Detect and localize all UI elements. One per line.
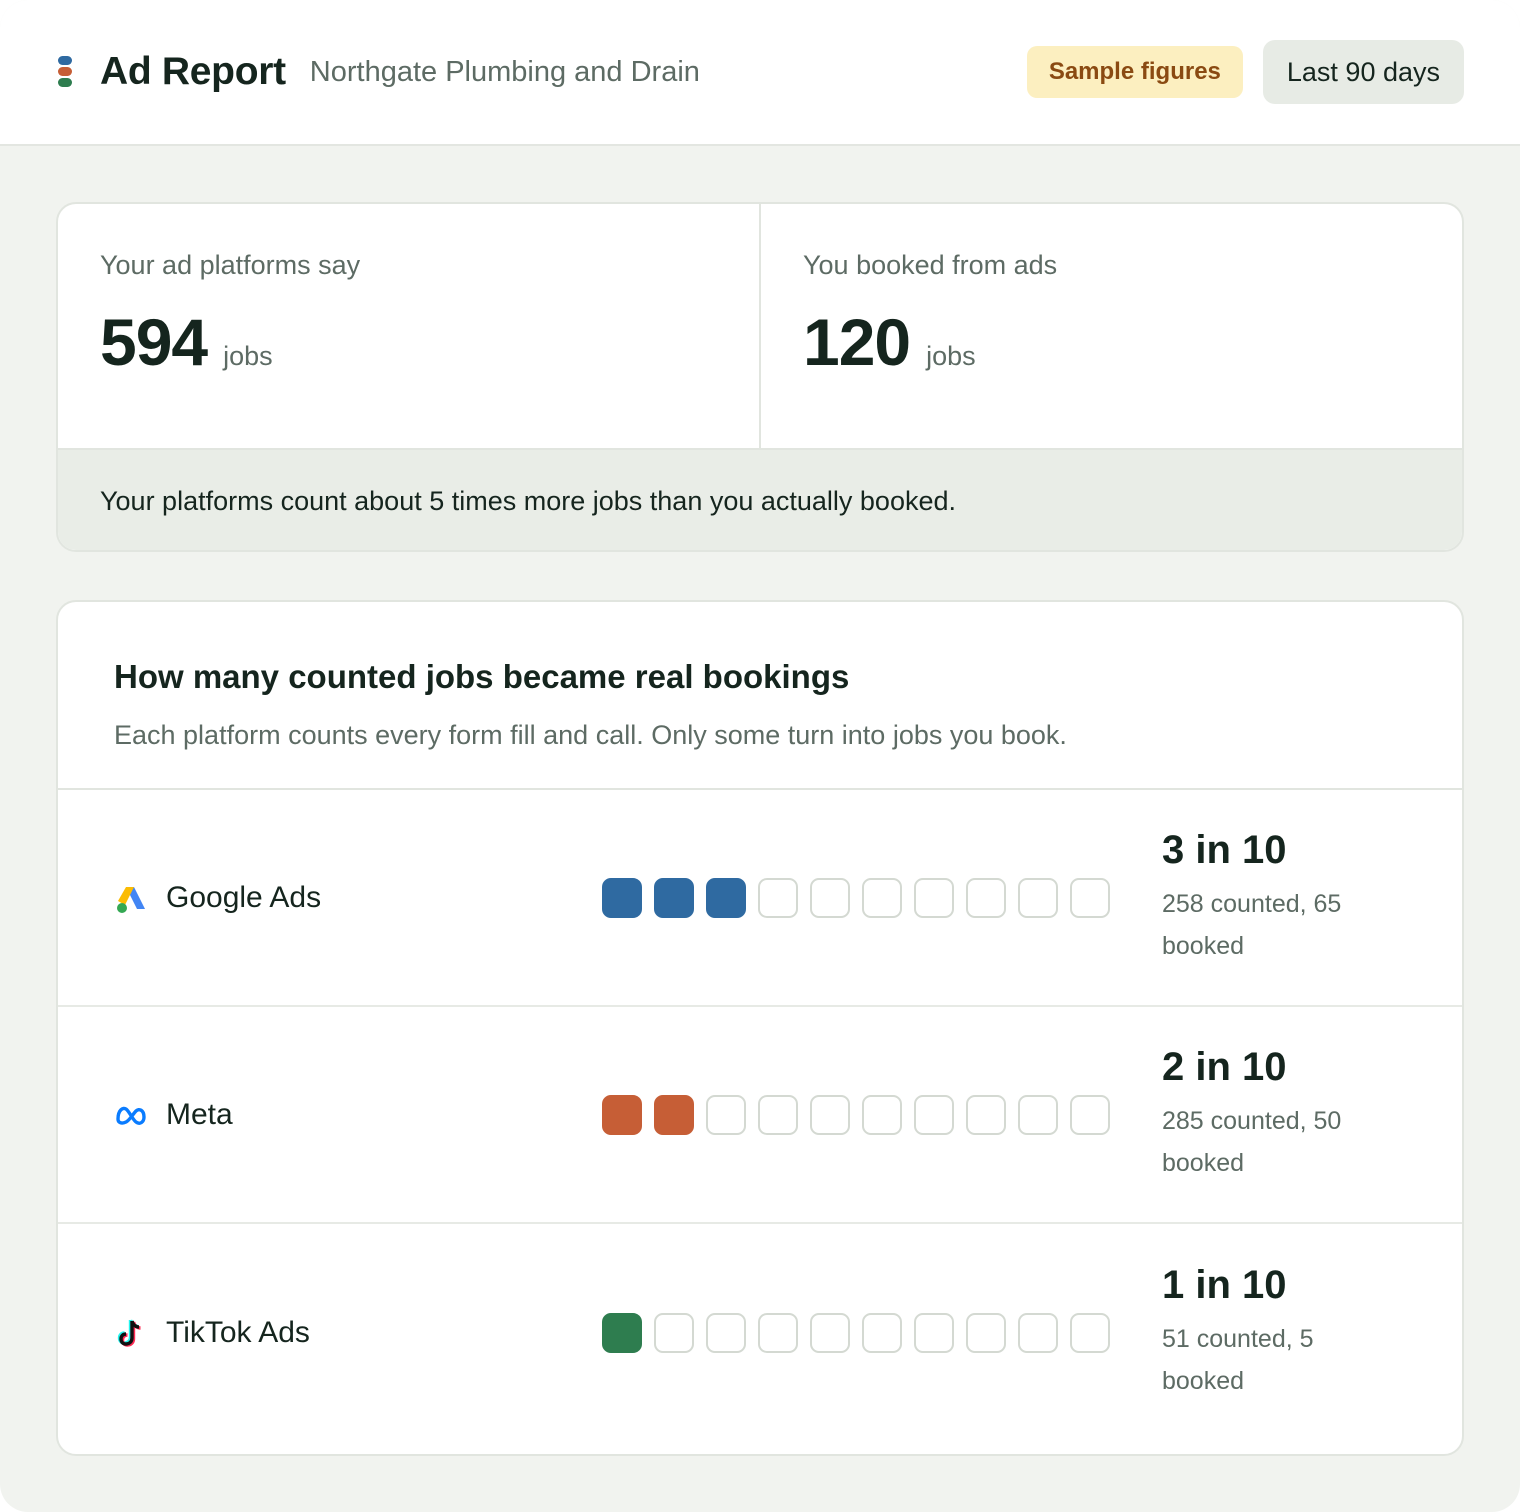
ratio-square-empty bbox=[966, 1312, 1006, 1353]
client-name: Northgate Plumbing and Drain bbox=[309, 55, 700, 88]
ratio-square-empty bbox=[758, 877, 798, 918]
booked-unit: jobs bbox=[926, 341, 976, 371]
breakdown-title: How many counted jobs became real bookin… bbox=[114, 658, 850, 695]
ratio-square-empty bbox=[914, 1312, 954, 1353]
sample-figures-badge: Sample figures bbox=[1026, 46, 1243, 98]
ratio-square-empty bbox=[810, 877, 850, 918]
platforms-value: 594 bbox=[100, 305, 208, 379]
ratio-square-empty bbox=[1070, 1312, 1110, 1353]
platform-name: Google Ads bbox=[166, 880, 322, 914]
date-range-button[interactable]: Last 90 days bbox=[1262, 40, 1464, 104]
ratio-square-filled bbox=[654, 1094, 694, 1135]
ratio-square-empty bbox=[810, 1312, 850, 1353]
booking-detail: 258 counted, 65 booked bbox=[1162, 890, 1342, 960]
tiktok-icon bbox=[114, 1316, 148, 1350]
meta-icon bbox=[114, 1098, 148, 1132]
ratio-square-filled bbox=[654, 877, 694, 918]
ratio-square-empty bbox=[1018, 1312, 1058, 1353]
header: Ad Report Northgate Plumbing and Drain S… bbox=[0, 0, 1520, 146]
ratio-square-empty bbox=[862, 1312, 902, 1353]
platform-name: Meta bbox=[166, 1097, 233, 1131]
booking-ratio-squares bbox=[602, 877, 1162, 918]
ratio-square-empty bbox=[758, 1312, 798, 1353]
booked-label: You booked from ads bbox=[803, 250, 1058, 280]
ratio-square-empty bbox=[706, 1094, 746, 1135]
ratio-square-empty bbox=[966, 1094, 1006, 1135]
booking-detail: 285 counted, 50 booked bbox=[1162, 1107, 1342, 1177]
platforms-unit: jobs bbox=[223, 341, 273, 371]
ratio-square-empty bbox=[654, 1312, 694, 1353]
summary-card: Your ad platforms say 594 jobs You booke… bbox=[56, 202, 1464, 552]
booked-value: 120 bbox=[803, 305, 911, 379]
summary-note: Your platforms count about 5 times more … bbox=[58, 450, 1462, 550]
ratio-square-empty bbox=[1018, 1094, 1058, 1135]
booking-rate: 3 in 10 bbox=[1162, 828, 1287, 872]
booked-stat: You booked from ads 120 jobs bbox=[759, 204, 1462, 448]
ratio-square-empty bbox=[1070, 1094, 1110, 1135]
ratio-square-empty bbox=[914, 877, 954, 918]
ratio-square-filled bbox=[602, 877, 642, 918]
platform-row-tiktok-ads: TikTok Ads 1 in 10 51 counted, 5 booked bbox=[58, 1224, 1462, 1441]
booking-rate: 1 in 10 bbox=[1162, 1263, 1287, 1307]
booking-ratio-squares bbox=[602, 1094, 1162, 1135]
ratio-square-empty bbox=[758, 1094, 798, 1135]
ratio-square-filled bbox=[602, 1094, 642, 1135]
ratio-square-empty bbox=[810, 1094, 850, 1135]
platforms-label: Your ad platforms say bbox=[100, 250, 361, 280]
google-ads-icon bbox=[114, 881, 148, 915]
booking-ratio-squares bbox=[602, 1312, 1162, 1353]
ratio-square-empty bbox=[862, 877, 902, 918]
platform-name: TikTok Ads bbox=[166, 1315, 310, 1349]
ratio-square-empty bbox=[1070, 877, 1110, 918]
page-title: Ad Report bbox=[100, 50, 286, 93]
platforms-stat: Your ad platforms say 594 jobs bbox=[58, 204, 759, 448]
platform-row-meta: Meta 2 in 10 285 counted, 50 booked bbox=[58, 1007, 1462, 1224]
ratio-square-empty bbox=[706, 1312, 746, 1353]
breakdown-subtitle: Each platform counts every form fill and… bbox=[114, 720, 1067, 750]
app-logo bbox=[56, 55, 76, 89]
ratio-square-empty bbox=[862, 1094, 902, 1135]
ratio-square-filled bbox=[706, 877, 746, 918]
breakdown-card: How many counted jobs became real bookin… bbox=[56, 600, 1464, 1456]
ratio-square-empty bbox=[1018, 877, 1058, 918]
ratio-square-empty bbox=[966, 877, 1006, 918]
ratio-square-filled bbox=[602, 1312, 642, 1353]
booking-rate: 2 in 10 bbox=[1162, 1045, 1287, 1089]
booking-detail: 51 counted, 5 booked bbox=[1162, 1325, 1314, 1395]
ratio-square-empty bbox=[914, 1094, 954, 1135]
ad-report-window: Ad Report Northgate Plumbing and Drain S… bbox=[0, 0, 1520, 1512]
platform-row-google-ads: Google Ads 3 in 10 258 counted, 65 booke… bbox=[58, 790, 1462, 1007]
